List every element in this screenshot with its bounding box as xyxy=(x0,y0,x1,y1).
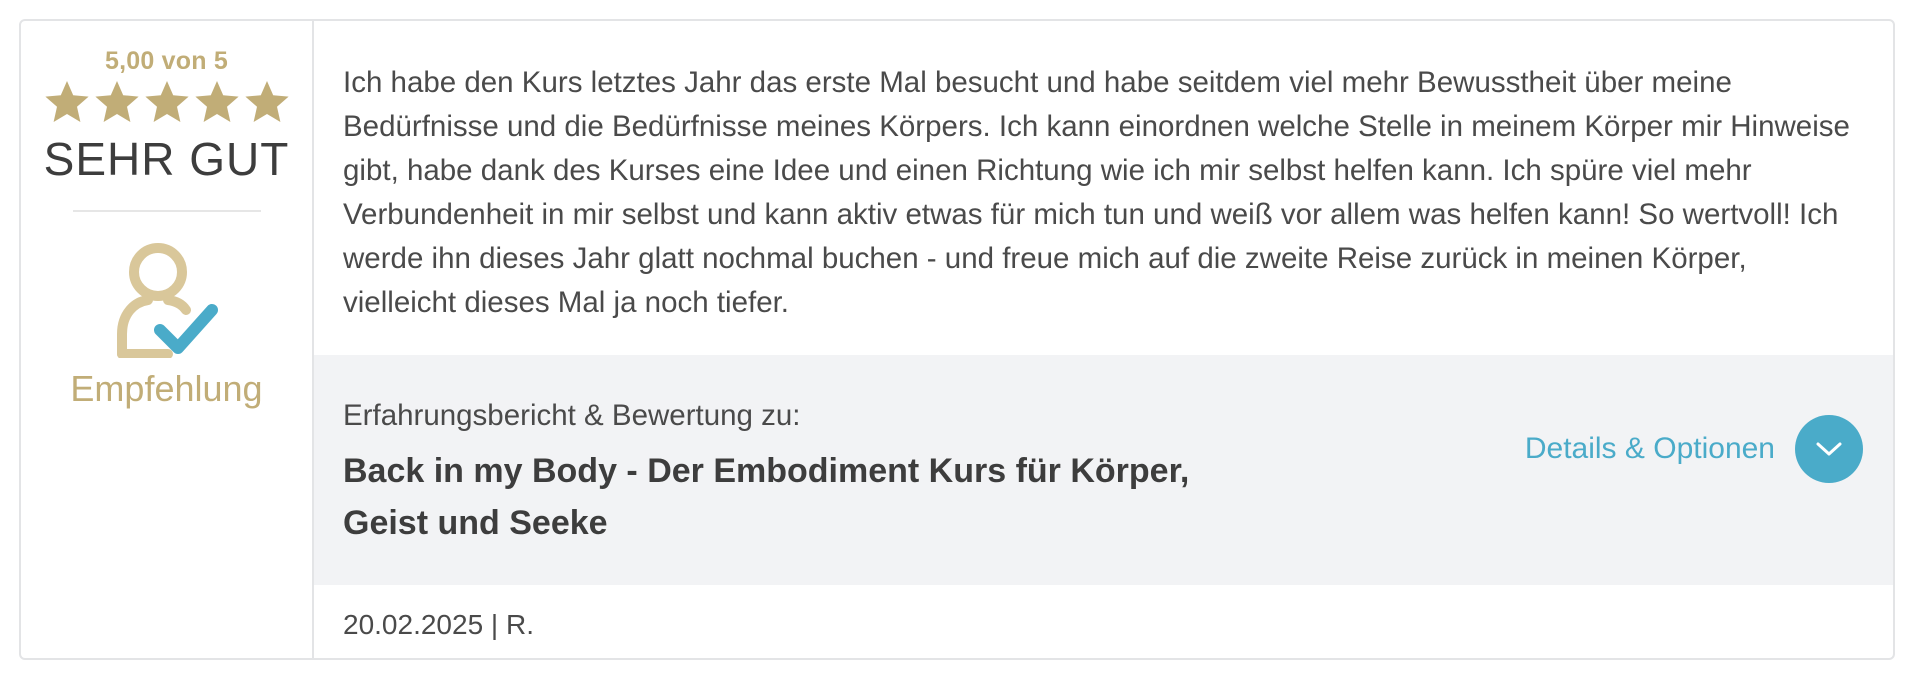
user-check-icon xyxy=(116,243,218,358)
review-content: Ich habe den Kurs letztes Jahr das erste… xyxy=(314,21,1893,658)
rating-verdict: SEHR GUT xyxy=(43,133,290,185)
details-options-label[interactable]: Details & Optionen xyxy=(1525,432,1775,466)
product-title: Back in my Body - Der Embodiment Kurs fü… xyxy=(343,452,1190,542)
review-text: Ich habe den Kurs letztes Jahr das erste… xyxy=(343,66,1850,319)
star-rating xyxy=(43,78,291,126)
review-card: 5,00 von 5 SEHR GUT Empfehlung Ich habe … xyxy=(19,19,1895,660)
star-icon xyxy=(244,81,289,122)
star-icon xyxy=(44,81,89,122)
star-icon xyxy=(144,81,189,122)
details-options-button[interactable]: Details & Optionen xyxy=(1525,415,1863,483)
rating-panel: 5,00 von 5 SEHR GUT Empfehlung xyxy=(21,21,314,658)
star-icon xyxy=(94,81,139,122)
product-prefix: Erfahrungsbericht & Bewertung zu: xyxy=(343,399,801,432)
star-icon xyxy=(194,81,239,122)
review-date-author: 20.02.2025 | R. xyxy=(343,609,534,640)
rating-score: 5,00 von 5 xyxy=(105,47,228,75)
product-info: Erfahrungsbericht & Bewertung zu: Back i… xyxy=(314,355,1893,585)
chevron-down-icon[interactable] xyxy=(1795,415,1863,483)
divider xyxy=(72,210,261,212)
recommendation-label: Empfehlung xyxy=(70,368,263,409)
